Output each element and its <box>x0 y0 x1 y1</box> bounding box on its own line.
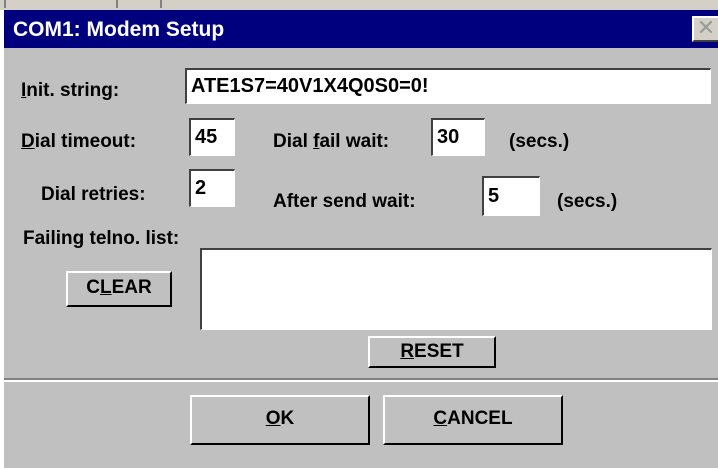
dial-fail-wait-input[interactable]: 30 <box>431 118 485 156</box>
close-button[interactable]: ✕ <box>692 16 718 42</box>
cancel-button[interactable]: CANCEL <box>383 395 563 445</box>
clear-button[interactable]: CLEAR <box>66 271 172 307</box>
dial-fail-wait-label: Dial fail wait: <box>273 131 390 152</box>
dialog-body: Init. string: ATE1S7=40V1X4Q0S0=0! Dial … <box>4 48 718 468</box>
failing-telno-list-label: Failing telno. list: <box>23 228 180 249</box>
ok-button[interactable]: OK <box>190 395 370 445</box>
dial-timeout-label: Dial timeout: <box>21 131 137 152</box>
dial-timeout-input[interactable]: 45 <box>189 118 235 156</box>
init-string-input[interactable]: ATE1S7=40V1X4Q0S0=0! <box>185 68 711 104</box>
reset-button[interactable]: RESET <box>368 336 496 368</box>
after-send-wait-label: After send wait: <box>273 191 416 212</box>
close-icon: ✕ <box>696 16 716 40</box>
after-send-wait-unit: (secs.) <box>557 191 618 212</box>
title-bar[interactable]: COM1: Modem Setup ✕ <box>4 10 718 48</box>
after-send-wait-input[interactable]: 5 <box>482 176 540 216</box>
modem-setup-dialog: COM1: Modem Setup ✕ Init. string: ATE1S7… <box>0 0 718 468</box>
dial-retries-input[interactable]: 2 <box>189 169 235 207</box>
dial-fail-wait-unit: (secs.) <box>509 131 570 152</box>
window-title: COM1: Modem Setup <box>13 18 225 41</box>
separator-line <box>4 380 718 382</box>
failing-telno-list-box[interactable] <box>200 248 712 330</box>
dial-retries-label: Dial retries: <box>41 184 146 205</box>
init-string-label: Init. string: <box>21 80 120 101</box>
